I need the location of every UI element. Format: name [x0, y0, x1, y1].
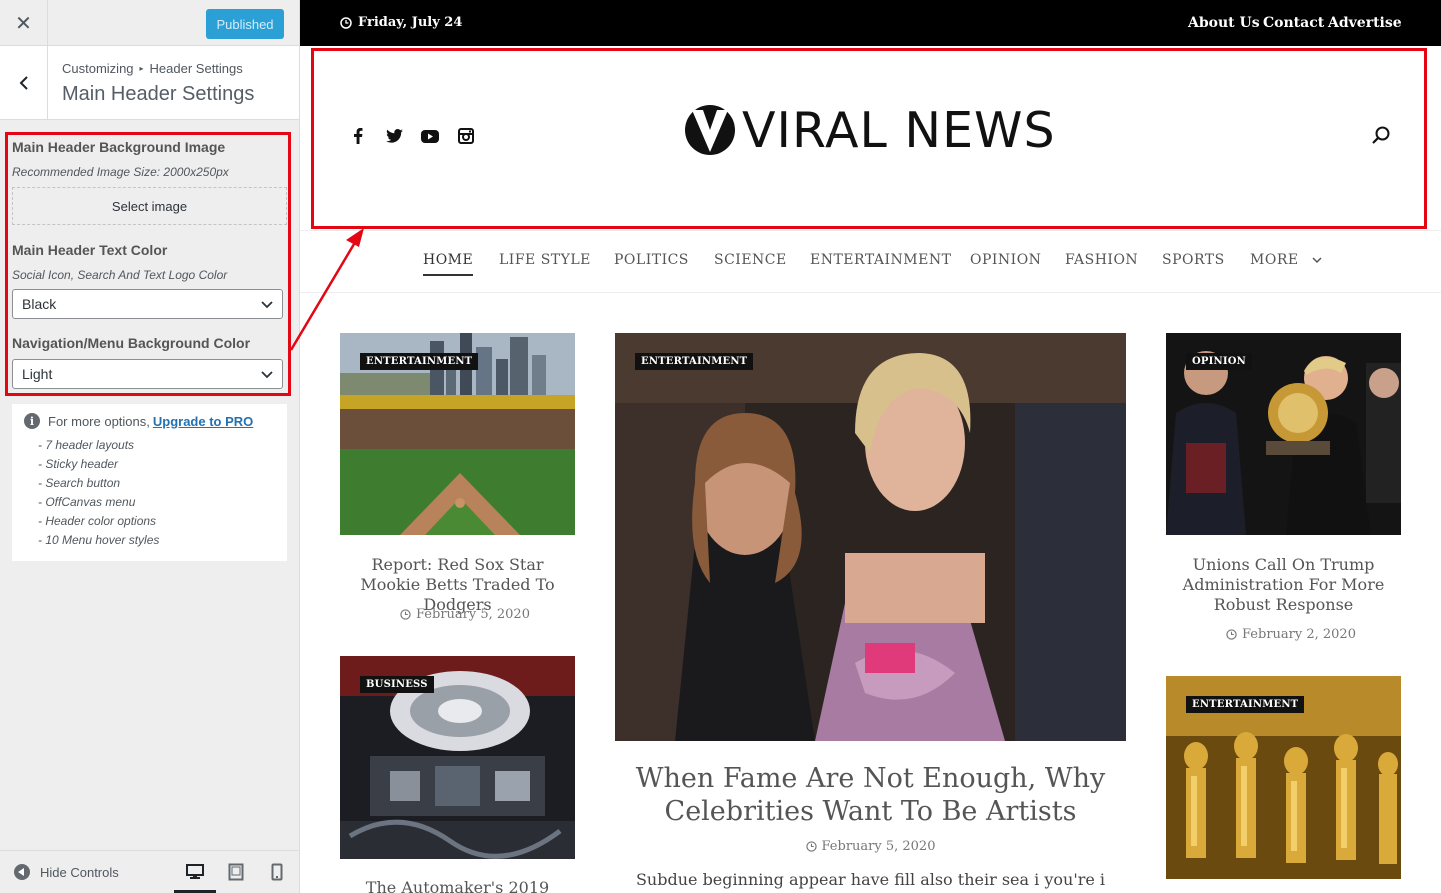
tablet-icon[interactable]: [225, 861, 247, 883]
published-button[interactable]: Published: [206, 9, 284, 39]
pro-feature-item: - Sticky header: [38, 457, 119, 471]
breadcrumb-root: Customizing: [62, 61, 134, 76]
customizer-sidebar: ✕ Published Customizing ▸ Header Settings …: [0, 0, 300, 893]
mobile-icon[interactable]: [266, 861, 288, 883]
category-badge[interactable]: ENTERTAINMENT: [360, 353, 479, 370]
clock-icon: [805, 841, 817, 852]
featured-post-thumbnail[interactable]: ENTERTAINMENT: [615, 333, 1126, 741]
nav-more-label: MORE: [1250, 252, 1299, 268]
post-title[interactable]: Report: Red Sox Star Mookie Betts Traded…: [340, 555, 575, 615]
post-date-text: February 5, 2020: [821, 839, 936, 854]
date-text: Friday, July 24: [358, 15, 463, 30]
close-customizer-button[interactable]: ✕: [0, 0, 48, 46]
advertise-link[interactable]: Advertise: [1328, 15, 1402, 31]
clock-icon: [400, 609, 411, 620]
nav-item-opinion[interactable]: OPINION: [970, 252, 1041, 268]
breadcrumb-separator: ▸: [139, 64, 144, 73]
about-us-link[interactable]: About Us: [1188, 15, 1260, 31]
post-thumbnail[interactable]: ENTERTAINMENT: [1166, 676, 1401, 879]
chevron-left-icon: [19, 75, 28, 90]
customizer-top-bar: ✕ Published: [0, 0, 299, 46]
back-button[interactable]: [0, 46, 48, 119]
site-date: Friday, July 24: [340, 15, 462, 30]
contact-link[interactable]: Contact: [1263, 15, 1324, 31]
clock-icon: [340, 16, 352, 29]
hide-controls-button[interactable]: Hide Controls: [14, 864, 119, 880]
post-thumbnail[interactable]: BUSINESS: [340, 656, 575, 859]
desktop-icon[interactable]: [184, 861, 206, 883]
info-icon: i: [24, 413, 40, 429]
main-navigation: HOME LIFE STYLE POLITICS SCIENCE ENTERTA…: [300, 230, 1441, 293]
post-thumbnail[interactable]: OPINION: [1166, 333, 1401, 535]
nav-item-politics[interactable]: POLITICS: [614, 252, 689, 268]
post-thumbnail[interactable]: ENTERTAINMENT: [340, 333, 575, 535]
pro-info-text: For more options,: [48, 413, 150, 429]
nav-item-home[interactable]: HOME: [423, 252, 474, 276]
featured-post-title[interactable]: When Fame Are Not Enough, Why Celebritie…: [615, 762, 1126, 828]
post-title[interactable]: The Automaker's 2019 Profits: [340, 878, 575, 893]
panel-title: Main Header Settings: [62, 83, 255, 105]
breadcrumb-section: Header Settings: [149, 61, 243, 76]
customizer-footer: Hide Controls: [0, 850, 299, 893]
upgrade-pro-link[interactable]: Upgrade to PRO: [153, 414, 253, 429]
post-date-text: February 2, 2020: [1242, 627, 1356, 642]
category-badge[interactable]: ENTERTAINMENT: [1186, 696, 1305, 713]
category-badge[interactable]: ENTERTAINMENT: [635, 353, 754, 370]
site-preview: Friday, July 24 About Us Contact Adverti…: [300, 0, 1441, 893]
pro-feature-item: - Header color options: [38, 514, 157, 528]
post-title[interactable]: Unions Call On Trump Administration For …: [1166, 555, 1401, 615]
nav-item-sports[interactable]: SPORTS: [1162, 252, 1225, 268]
pro-upsell-box: i For more options, Upgrade to PRO - 7 h…: [12, 404, 287, 561]
chevron-down-icon: [1312, 257, 1322, 264]
featured-post-excerpt: Subdue beginning appear have fill also t…: [635, 870, 1106, 893]
nav-item-science[interactable]: SCIENCE: [714, 252, 787, 268]
nav-item-fashion[interactable]: FASHION: [1065, 252, 1138, 268]
pro-feature-item: - OffCanvas menu: [38, 495, 136, 509]
nav-item-entertainment[interactable]: ENTERTAINMENT: [810, 252, 951, 268]
category-badge[interactable]: BUSINESS: [360, 676, 434, 693]
nav-item-more[interactable]: MORE: [1250, 252, 1322, 268]
panel-header: Customizing ▸ Header Settings Main Header …: [0, 46, 299, 120]
breadcrumb: Customizing ▸ Header Settings: [62, 61, 243, 76]
nav-item-life-style[interactable]: LIFE STYLE: [499, 252, 591, 268]
clock-icon: [1226, 629, 1237, 640]
highlight-box-header: [311, 48, 1427, 229]
category-badge[interactable]: OPINION: [1186, 353, 1252, 370]
post-date: February 2, 2020: [1166, 627, 1416, 642]
post-date: February 5, 2020: [340, 607, 590, 622]
collapse-icon: [14, 864, 30, 880]
pro-feature-item: - Search button: [38, 476, 121, 490]
post-date: February 5, 2020: [615, 839, 1126, 854]
highlight-box-sidebar: [5, 132, 291, 396]
pro-feature-item: - 7 header layouts: [38, 438, 135, 452]
pro-info-line: i For more options, Upgrade to PRO: [24, 413, 253, 429]
site-top-bar: Friday, July 24 About Us Contact Adverti…: [300, 0, 1441, 46]
pro-feature-item: - 10 Menu hover styles: [38, 533, 160, 547]
hide-controls-label: Hide Controls: [40, 864, 119, 880]
post-date-text: February 5, 2020: [416, 607, 530, 622]
